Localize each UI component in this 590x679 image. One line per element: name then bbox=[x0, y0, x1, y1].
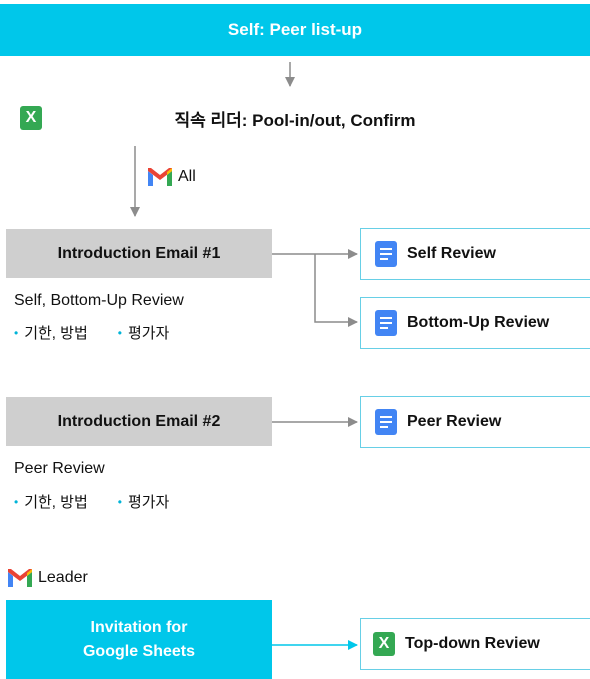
sheets-x-icon: X bbox=[373, 632, 395, 656]
introduction-email-1: Introduction Email #1 bbox=[6, 229, 272, 278]
output-self-review: Self Review bbox=[360, 228, 590, 280]
invitation-google-sheets: Invitation for Google Sheets bbox=[6, 600, 272, 679]
arrow-email1-to-bottom-up-review bbox=[314, 254, 358, 327]
email-1-note: Self, Bottom-Up Review bbox=[14, 292, 184, 309]
step-self-peer-list-up-label: Self: Peer list-up bbox=[227, 20, 363, 39]
invitation-line-1: Invitation for bbox=[90, 618, 188, 636]
bullet-item: • 평가자 bbox=[117, 494, 170, 511]
gmail-icon bbox=[8, 569, 32, 587]
email-1-bullets: • 기한, 방법 • 평가자 bbox=[14, 322, 169, 343]
docs-icon bbox=[375, 241, 397, 267]
bullet-item: • 기한, 방법 bbox=[14, 325, 88, 342]
sheets-x-icon: X bbox=[20, 106, 42, 130]
introduction-email-1-label: Introduction Email #1 bbox=[57, 244, 221, 262]
introduction-email-2-label: Introduction Email #2 bbox=[57, 412, 221, 430]
output-peer-review-label: Peer Review bbox=[407, 413, 502, 430]
step-leader-pool-confirm: X 직속 리더: Pool-in/out, Confirm bbox=[0, 94, 590, 142]
recipient-leader-label: Leader bbox=[38, 569, 88, 586]
output-peer-review: Peer Review bbox=[360, 396, 590, 448]
gmail-icon bbox=[148, 168, 172, 186]
bullet-item: • 평가자 bbox=[117, 325, 170, 342]
docs-icon bbox=[375, 310, 397, 336]
bullet-item: • 기한, 방법 bbox=[14, 494, 88, 511]
recipient-all-label: All bbox=[178, 168, 196, 185]
email-2-bullets: • 기한, 방법 • 평가자 bbox=[14, 491, 169, 512]
recipient-leader: Leader bbox=[8, 569, 88, 587]
output-top-down-review: X Top-down Review bbox=[360, 618, 590, 670]
output-bottom-up-review: Bottom-Up Review bbox=[360, 297, 590, 349]
output-self-review-label: Self Review bbox=[407, 245, 496, 262]
output-top-down-review-label: Top-down Review bbox=[405, 635, 540, 652]
introduction-email-2: Introduction Email #2 bbox=[6, 397, 272, 446]
step-self-peer-list-up: Self: Peer list-up bbox=[0, 4, 590, 56]
recipient-all: All bbox=[148, 168, 196, 186]
invitation-line-2: Google Sheets bbox=[82, 642, 196, 660]
docs-icon bbox=[375, 409, 397, 435]
email-2-note: Peer Review bbox=[14, 460, 105, 477]
step-leader-pool-confirm-label: 직속 리더: Pool-in/out, Confirm bbox=[174, 110, 416, 130]
output-bottom-up-review-label: Bottom-Up Review bbox=[407, 314, 550, 331]
